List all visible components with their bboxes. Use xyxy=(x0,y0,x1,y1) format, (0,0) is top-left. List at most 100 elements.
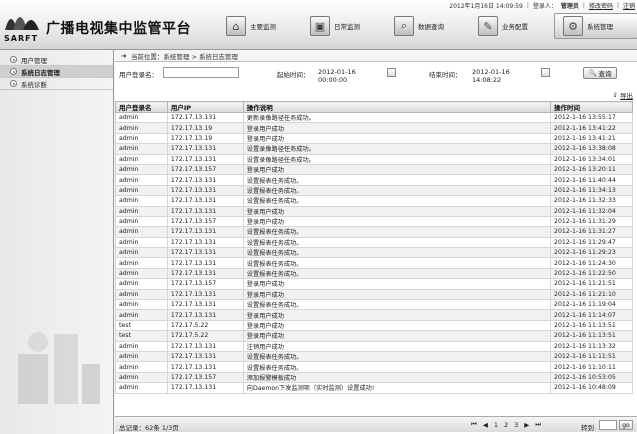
table-cell: 登录用户成功 xyxy=(242,278,552,290)
login-label: 登录人： xyxy=(532,2,557,10)
table-row[interactable]: admin 172.17.13.157 登录用户成功 2012-1-16 13:20:… xyxy=(115,163,633,176)
table-cell: 2012-1-16 13:34:01 xyxy=(550,153,633,165)
sidebar-item-user-management[interactable]: 用户管理 xyxy=(0,54,113,66)
table-row[interactable]: test 172.17.5.22 登录用户成功 2012-1-16 11:13:51 xyxy=(115,330,633,342)
table-cell: 172.17.5.22 xyxy=(166,330,244,342)
table-row[interactable]: admin 172.17.13.131 设置报表任务成功。 2012-1-16 11:… xyxy=(115,226,633,238)
export-button[interactable]: ⇪ 导出 xyxy=(613,90,633,100)
query-button[interactable]: 🔍 查询 xyxy=(583,67,617,79)
next-page-icon[interactable]: ▶ xyxy=(524,421,529,429)
breadcrumb-text: 当前位置：系统管理 > 系统日志管理 xyxy=(130,52,238,61)
table-cell: test xyxy=(115,330,168,342)
table-row[interactable]: admin 172.17.13.131 设置报表任务成功。 2012-1-16 11:… xyxy=(115,184,633,197)
sidebar-item-system-diagnosis[interactable]: 系统诊断 xyxy=(0,78,113,90)
table-cell: 172.17.13.157 xyxy=(166,278,244,290)
sarft-logo: SARFT xyxy=(3,4,47,46)
table-cell: 2012-1-16 11:32:04 xyxy=(550,205,633,217)
table-row[interactable]: admin 172.17.13.131 登录用户成功 2012-1-16 11:32:… xyxy=(115,205,633,217)
column-header[interactable]: 用户登录名 xyxy=(115,101,168,113)
table-cell: 172.17.13.157 xyxy=(166,371,244,384)
table-cell: 2012-1-16 11:32:33 xyxy=(550,195,633,207)
start-time-field[interactable]: 2012-01-16 00:00:00 xyxy=(315,67,389,84)
table-row[interactable]: test 172.17.5.22 登录用户成功 2012-1-16 11:13:51 xyxy=(115,319,633,332)
table-cell: 2012-1-16 11:22:50 xyxy=(550,267,633,280)
table-cell: 172.17.13.157 xyxy=(166,215,244,228)
table-row[interactable]: admin 172.17.13.131 设置录像路径任务成功。 2012-1-16 1… xyxy=(115,143,633,155)
table-row[interactable]: admin 172.17.13.131 注销用户成功 2012-1-16 11:13:… xyxy=(115,340,633,353)
query-button-label: 查询 xyxy=(598,70,612,78)
separator: | xyxy=(616,1,619,9)
table-cell: admin xyxy=(115,122,168,134)
nav-item-system-management[interactable]: ⚙ 系统管理 xyxy=(554,13,637,39)
app-header: SARFT 广播电视集中监管平台 2012年1月16日 14:09:59 | 登… xyxy=(0,0,637,50)
separator: | xyxy=(582,1,585,9)
table-cell: admin xyxy=(115,278,168,290)
table-row[interactable]: admin 172.17.13.131 设置报表任务成功。 2012-1-16 11:… xyxy=(115,257,633,269)
table-cell: admin xyxy=(115,309,168,321)
table-cell: 设置报表任务成功。 xyxy=(242,226,552,238)
table-cell: admin xyxy=(115,153,168,165)
goto-page-input[interactable] xyxy=(599,420,617,430)
calendar-icon[interactable] xyxy=(387,68,396,77)
table-row[interactable]: admin 172.17.13.19 登录用户成功 2012-1-16 13:41:2… xyxy=(115,122,633,134)
pagination-controls: ⏮ ◀ 1 2 3 ▶ ⏭ xyxy=(471,420,541,429)
table-cell: 设置报表任务成功。 xyxy=(242,236,552,249)
change-password-link[interactable]: 修改密码 xyxy=(589,1,613,10)
page-link-2[interactable]: 2 xyxy=(504,421,508,429)
table-row[interactable]: admin 172.17.13.131 登录用户成功 2012-1-16 11:14:… xyxy=(115,309,633,321)
table-cell: 登录用户成功 xyxy=(242,132,552,145)
page-link-3[interactable]: 3 xyxy=(514,421,518,429)
table-row[interactable]: admin 172.17.13.131 设置报表任务成功。 2012-1-16 11:… xyxy=(115,350,633,363)
column-header[interactable]: 用户IP xyxy=(166,101,244,113)
table-row[interactable]: admin 172.17.13.131 设置报表任务成功。 2012-1-16 11:… xyxy=(115,267,633,280)
table-cell: test xyxy=(115,319,168,332)
table-row[interactable]: admin 172.17.13.131 设置录像路径任务成功。 2012-1-16 1… xyxy=(115,153,633,165)
end-time-field[interactable]: 2012-01-16 14:08:22 xyxy=(469,67,543,84)
table-row[interactable]: admin 172.17.13.131 设置报表任务成功。 2012-1-16 11:… xyxy=(115,195,633,207)
logo-text: SARFT xyxy=(4,34,39,43)
table-row[interactable]: admin 172.17.13.157 登录用户成功 2012-1-16 11:21:… xyxy=(115,278,633,290)
table-row[interactable]: admin 172.17.13.157 添加报警模板成功 2012-1-16 10:5… xyxy=(115,371,633,384)
current-date: 2012年1月16日 14:09:59 xyxy=(449,2,523,10)
table-row[interactable]: admin 172.17.13.131 设置报表任务成功。 2012-1-16 11:… xyxy=(115,174,633,186)
table-cell: 向Daemon下发监测项（实时监测）设置成功! xyxy=(242,382,552,394)
table-cell: 设置报表任务成功。 xyxy=(242,247,552,259)
sidebar-item-system-log[interactable]: 系统日志管理 xyxy=(0,66,113,78)
nav-item-data-query[interactable]: ⌕ 数据查询 xyxy=(386,13,470,39)
table-row[interactable]: admin 172.17.13.131 登录用户成功 2012-1-16 11:21:… xyxy=(115,288,633,301)
table-row[interactable]: admin 172.17.13.131 设置报表任务成功。 2012-1-16 11:… xyxy=(115,299,633,311)
nav-label: 主要监测 xyxy=(250,23,276,31)
column-header[interactable]: 操作时间 xyxy=(550,101,633,113)
go-button[interactable]: go xyxy=(619,420,633,430)
nav-item-main-monitor[interactable]: ⌂ 主要监测 xyxy=(218,13,302,39)
table-row[interactable]: admin 172.17.13.131 设置报表任务成功。 2012-1-16 11:… xyxy=(115,236,633,249)
nav-item-daily-monitor[interactable]: ▣ 日常监测 xyxy=(302,13,386,39)
user-login-input[interactable] xyxy=(163,67,239,78)
table-cell: 2012-1-16 11:34:13 xyxy=(550,184,633,197)
table-row[interactable]: admin 172.17.13.131 更新录像路径任务成功。 2012-1-16 1… xyxy=(115,111,633,124)
nav-item-business-config[interactable]: ✎ 业务配置 xyxy=(470,13,554,39)
column-header[interactable]: 操作说明 xyxy=(242,101,552,113)
table-row[interactable]: admin 172.17.13.131 向Daemon下发监测项（实时监测）设置成功… xyxy=(115,382,633,394)
table-row[interactable]: admin 172.17.13.131 设置报表任务成功。 2012-1-16 11:… xyxy=(115,361,633,373)
last-page-icon[interactable]: ⏭ xyxy=(535,420,541,429)
logout-link[interactable]: 注销 xyxy=(623,1,635,10)
table-row[interactable]: admin 172.17.13.19 登录用户成功 2012-1-16 13:41:2… xyxy=(115,132,633,145)
nav-label: 业务配置 xyxy=(502,23,528,31)
logo-mark-icon xyxy=(5,17,39,30)
table-cell: admin xyxy=(115,184,168,197)
bullet-icon xyxy=(10,68,17,75)
table-row[interactable]: admin 172.17.13.131 设置报表任务成功。 2012-1-16 11:… xyxy=(115,247,633,259)
table-cell: admin xyxy=(115,267,168,280)
table-cell: admin xyxy=(115,143,168,155)
table-cell: 2012-1-16 13:41:21 xyxy=(550,132,633,145)
table-cell: 172.17.5.22 xyxy=(166,319,244,332)
page-link-1[interactable]: 1 xyxy=(494,421,498,429)
prev-page-icon[interactable]: ◀ xyxy=(483,421,488,429)
config-icon: ✎ xyxy=(478,16,498,36)
table-cell: 更新录像路径任务成功。 xyxy=(242,111,552,124)
first-page-icon[interactable]: ⏮ xyxy=(471,420,477,429)
table-cell: admin xyxy=(115,257,168,269)
calendar-icon[interactable] xyxy=(541,68,550,77)
table-row[interactable]: admin 172.17.13.157 登录用户成功 2012-1-16 11:31:… xyxy=(115,215,633,228)
